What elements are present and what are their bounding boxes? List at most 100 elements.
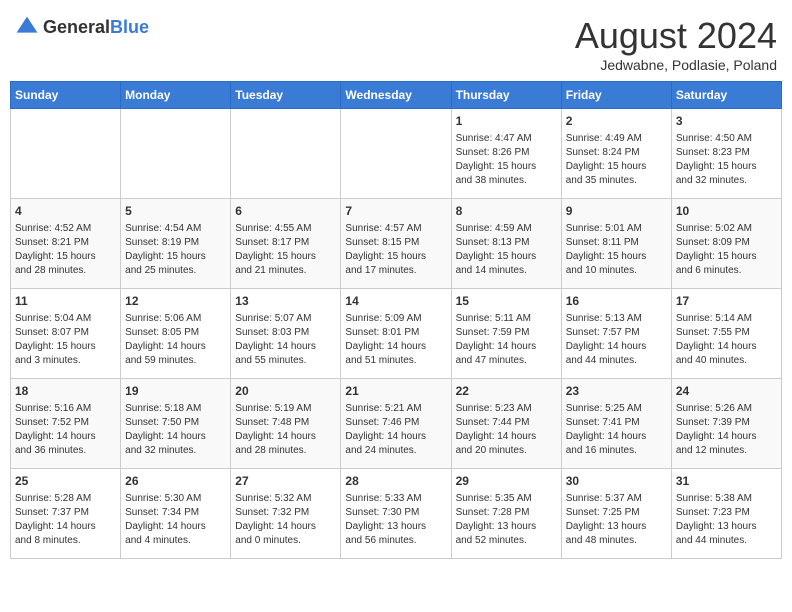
day-info: Sunrise: 4:59 AMSunset: 8:13 PMDaylight:…: [456, 222, 557, 278]
day-number: 2: [566, 113, 667, 130]
logo-icon: [15, 15, 39, 39]
calendar-table: SundayMondayTuesdayWednesdayThursdayFrid…: [10, 81, 782, 559]
calendar-cell: 9Sunrise: 5:01 AMSunset: 8:11 PMDaylight…: [561, 199, 671, 289]
day-number: 26: [125, 473, 226, 490]
calendar-cell: 12Sunrise: 5:06 AMSunset: 8:05 PMDayligh…: [121, 289, 231, 379]
day-number: 11: [15, 293, 116, 310]
calendar-cell: 15Sunrise: 5:11 AMSunset: 7:59 PMDayligh…: [451, 289, 561, 379]
calendar-header-row: SundayMondayTuesdayWednesdayThursdayFrid…: [11, 82, 782, 109]
day-info: Sunrise: 5:38 AMSunset: 7:23 PMDaylight:…: [676, 492, 777, 548]
calendar-week-row: 18 Sunrise: 5:16 AMSunset: 7:52 PMDayligh…: [11, 379, 782, 469]
day-number: 15: [456, 293, 557, 310]
calendar-cell: 30Sunrise: 5:37 AMSunset: 7:25 PMDayligh…: [561, 469, 671, 559]
calendar-cell: 4Sunrise: 4:52 AMSunset: 8:21 PMDaylight…: [11, 199, 121, 289]
calendar-cell: 16Sunrise: 5:13 AMSunset: 7:57 PMDayligh…: [561, 289, 671, 379]
day-number: 10: [676, 203, 777, 220]
calendar-cell: 11 Sunrise: 5:04 AMSunset: 8:07 PMDayligh…: [11, 289, 121, 379]
calendar-cell: 27 Sunrise: 5:32 AMSunset: 7:32 PMDayligh…: [231, 469, 341, 559]
day-number: 7: [345, 203, 446, 220]
day-info: Sunrise: 5:18 AMSunset: 7:50 PMDaylight:…: [125, 402, 226, 458]
day-number: 19: [125, 383, 226, 400]
calendar-cell: 2 Sunrise: 4:49 AMSunset: 8:24 PMDaylight…: [561, 109, 671, 199]
day-info: Sunrise: 5:02 AMSunset: 8:09 PMDaylight:…: [676, 222, 777, 278]
weekday-header-saturday: Saturday: [671, 82, 781, 109]
day-info: Sunrise: 5:33 AMSunset: 7:30 PMDaylight:…: [345, 492, 446, 548]
calendar-cell: [121, 109, 231, 199]
weekday-header-tuesday: Tuesday: [231, 82, 341, 109]
calendar-week-row: 25Sunrise: 5:28 AMSunset: 7:37 PMDayligh…: [11, 469, 782, 559]
day-number: 13: [235, 293, 336, 310]
day-info: Sunrise: 4:50 AMSunset: 8:23 PMDaylight:…: [676, 132, 777, 188]
calendar-cell: [341, 109, 451, 199]
page-header: GeneralBlue August 2024 Jedwabne, Podlas…: [10, 10, 782, 73]
calendar-cell: 13 Sunrise: 5:07 AMSunset: 8:03 PMDayligh…: [231, 289, 341, 379]
day-info: Sunrise: 5:21 AMSunset: 7:46 PMDaylight:…: [345, 402, 446, 458]
day-info: Sunrise: 4:49 AMSunset: 8:24 PMDaylight:…: [566, 132, 667, 188]
day-number: 28: [345, 473, 446, 490]
day-info: Sunrise: 5:37 AMSunset: 7:25 PMDaylight:…: [566, 492, 667, 548]
day-number: 27: [235, 473, 336, 490]
day-number: 17: [676, 293, 777, 310]
calendar-cell: 24Sunrise: 5:26 AMSunset: 7:39 PMDayligh…: [671, 379, 781, 469]
day-number: 22: [456, 383, 557, 400]
calendar-cell: 18 Sunrise: 5:16 AMSunset: 7:52 PMDayligh…: [11, 379, 121, 469]
logo-text-general: General: [43, 17, 110, 37]
calendar-cell: [11, 109, 121, 199]
calendar-cell: 21Sunrise: 5:21 AMSunset: 7:46 PMDayligh…: [341, 379, 451, 469]
day-number: 14: [345, 293, 446, 310]
calendar-cell: 10 Sunrise: 5:02 AMSunset: 8:09 PMDayligh…: [671, 199, 781, 289]
calendar-cell: 7 Sunrise: 4:57 AMSunset: 8:15 PMDaylight…: [341, 199, 451, 289]
weekday-header-wednesday: Wednesday: [341, 82, 451, 109]
day-number: 24: [676, 383, 777, 400]
logo-text-blue: Blue: [110, 17, 149, 37]
day-info: Sunrise: 5:16 AMSunset: 7:52 PMDaylight:…: [15, 402, 116, 458]
calendar-cell: 29Sunrise: 5:35 AMSunset: 7:28 PMDayligh…: [451, 469, 561, 559]
calendar-cell: 1 Sunrise: 4:47 AMSunset: 8:26 PMDaylight…: [451, 109, 561, 199]
weekday-header-friday: Friday: [561, 82, 671, 109]
calendar-week-row: 11 Sunrise: 5:04 AMSunset: 8:07 PMDayligh…: [11, 289, 782, 379]
calendar-cell: 28 Sunrise: 5:33 AMSunset: 7:30 PMDayligh…: [341, 469, 451, 559]
day-number: 12: [125, 293, 226, 310]
day-info: Sunrise: 5:01 AMSunset: 8:11 PMDaylight:…: [566, 222, 667, 278]
logo: GeneralBlue: [15, 15, 149, 39]
day-number: 23: [566, 383, 667, 400]
calendar-week-row: 1 Sunrise: 4:47 AMSunset: 8:26 PMDaylight…: [11, 109, 782, 199]
calendar-cell: 5Sunrise: 4:54 AMSunset: 8:19 PMDaylight…: [121, 199, 231, 289]
calendar-title: August 2024: [575, 15, 777, 57]
weekday-header-monday: Monday: [121, 82, 231, 109]
day-info: Sunrise: 5:14 AMSunset: 7:55 PMDaylight:…: [676, 312, 777, 368]
calendar-cell: 17 Sunrise: 5:14 AMSunset: 7:55 PMDayligh…: [671, 289, 781, 379]
weekday-header-thursday: Thursday: [451, 82, 561, 109]
day-info: Sunrise: 5:30 AMSunset: 7:34 PMDaylight:…: [125, 492, 226, 548]
day-number: 25: [15, 473, 116, 490]
weekday-header-sunday: Sunday: [11, 82, 121, 109]
day-number: 16: [566, 293, 667, 310]
calendar-body: 1 Sunrise: 4:47 AMSunset: 8:26 PMDaylight…: [11, 109, 782, 559]
day-info: Sunrise: 5:07 AMSunset: 8:03 PMDaylight:…: [235, 312, 336, 368]
calendar-cell: 14 Sunrise: 5:09 AMSunset: 8:01 PMDayligh…: [341, 289, 451, 379]
day-info: Sunrise: 4:57 AMSunset: 8:15 PMDaylight:…: [345, 222, 446, 278]
day-info: Sunrise: 4:55 AMSunset: 8:17 PMDaylight:…: [235, 222, 336, 278]
calendar-cell: 31 Sunrise: 5:38 AMSunset: 7:23 PMDayligh…: [671, 469, 781, 559]
day-number: 3: [676, 113, 777, 130]
calendar-cell: 22Sunrise: 5:23 AMSunset: 7:44 PMDayligh…: [451, 379, 561, 469]
day-info: Sunrise: 5:19 AMSunset: 7:48 PMDaylight:…: [235, 402, 336, 458]
day-info: Sunrise: 5:04 AMSunset: 8:07 PMDaylight:…: [15, 312, 116, 368]
day-number: 5: [125, 203, 226, 220]
calendar-week-row: 4Sunrise: 4:52 AMSunset: 8:21 PMDaylight…: [11, 199, 782, 289]
day-info: Sunrise: 5:09 AMSunset: 8:01 PMDaylight:…: [345, 312, 446, 368]
calendar-cell: 26 Sunrise: 5:30 AMSunset: 7:34 PMDayligh…: [121, 469, 231, 559]
day-number: 1: [456, 113, 557, 130]
day-info: Sunrise: 5:32 AMSunset: 7:32 PMDaylight:…: [235, 492, 336, 548]
day-info: Sunrise: 5:35 AMSunset: 7:28 PMDaylight:…: [456, 492, 557, 548]
day-number: 18: [15, 383, 116, 400]
day-number: 8: [456, 203, 557, 220]
day-number: 6: [235, 203, 336, 220]
calendar-cell: 8 Sunrise: 4:59 AMSunset: 8:13 PMDaylight…: [451, 199, 561, 289]
calendar-cell: [231, 109, 341, 199]
day-number: 4: [15, 203, 116, 220]
day-number: 31: [676, 473, 777, 490]
calendar-cell: 25Sunrise: 5:28 AMSunset: 7:37 PMDayligh…: [11, 469, 121, 559]
title-block: August 2024 Jedwabne, Podlasie, Poland: [575, 15, 777, 73]
day-info: Sunrise: 4:47 AMSunset: 8:26 PMDaylight:…: [456, 132, 557, 188]
